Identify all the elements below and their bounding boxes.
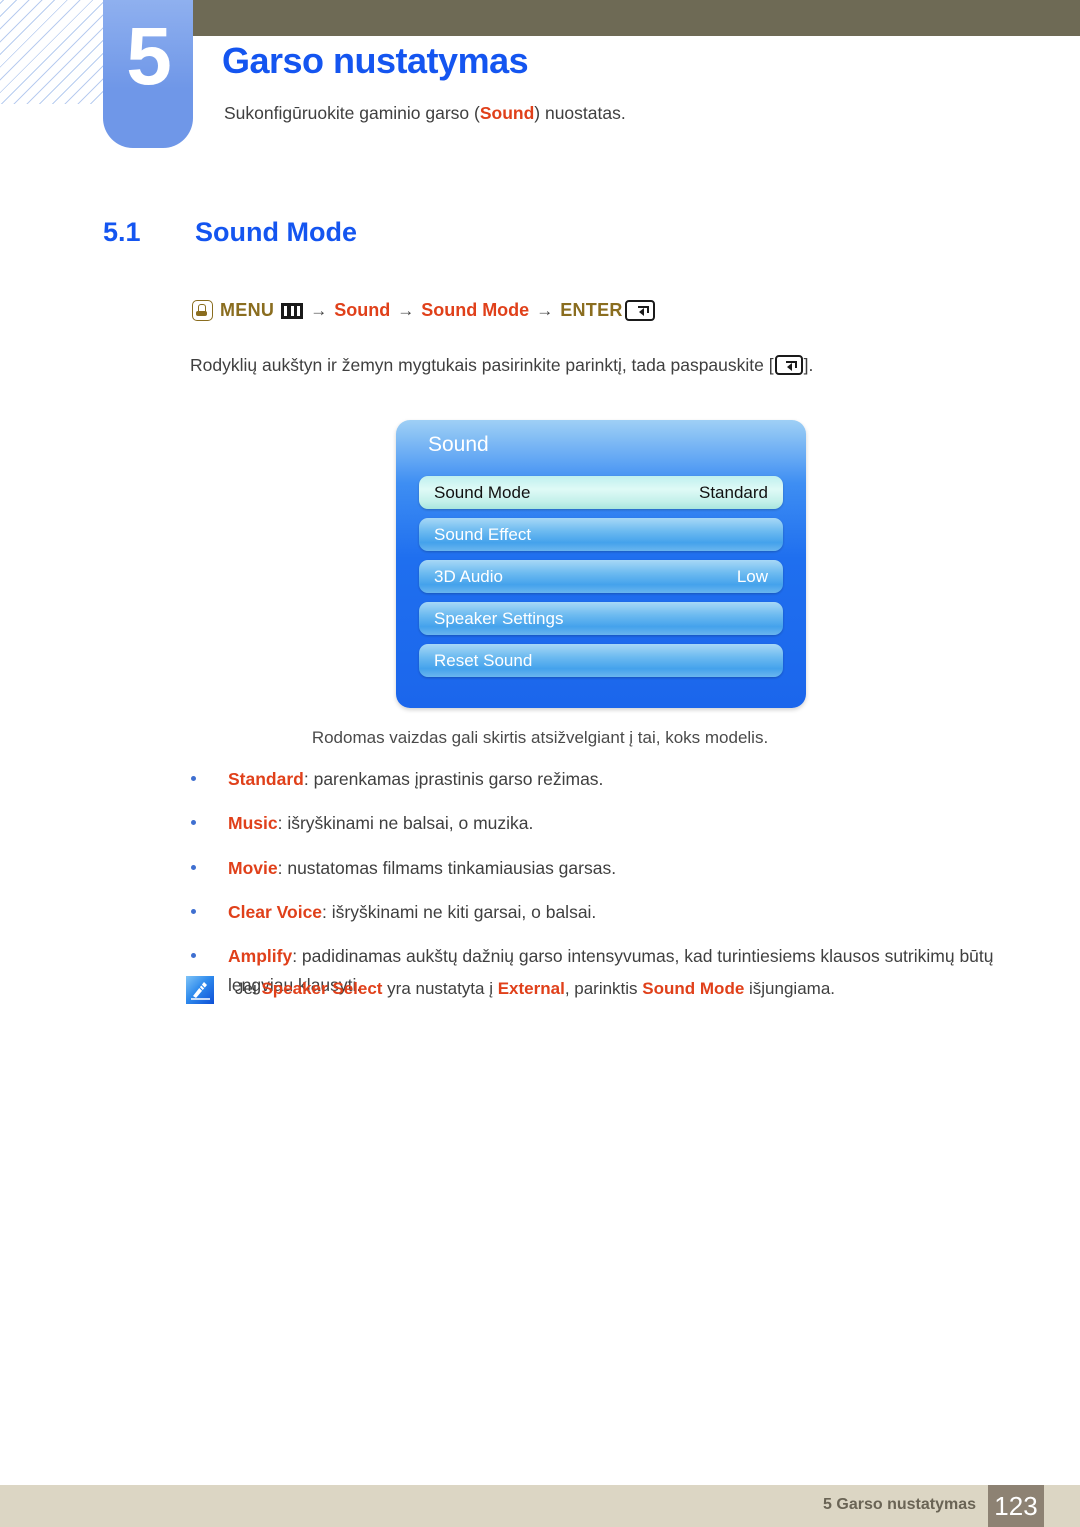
osd-title: Sound xyxy=(428,433,489,456)
osd-caption: Rodomas vaizdas gali skirtis atsižvelgia… xyxy=(311,728,769,747)
bullet-text: : išryškinami ne kiti garsai, o balsai. xyxy=(322,902,597,923)
chapter-tab: 5 xyxy=(103,0,193,148)
section-heading: 5.1 Sound Mode xyxy=(103,217,903,248)
path-arrow-3: → xyxy=(536,300,554,320)
chapter-subtitle-suffix: ) nuostatas. xyxy=(534,103,626,123)
enter-key-icon xyxy=(624,300,655,321)
osd-row-value: Low xyxy=(736,566,768,586)
page-number: 123 xyxy=(988,1485,1044,1527)
bullet-term: Movie xyxy=(228,857,278,878)
bullet-term: Standard xyxy=(228,769,304,789)
note-term-speaker-select: Speaker Select xyxy=(261,979,383,998)
section-number: 5.1 xyxy=(103,217,141,247)
note-text: Jei Speaker Select yra nustatyta į Exter… xyxy=(235,975,835,999)
osd-row-label: Sound Mode xyxy=(434,482,531,502)
note-box: Jei Speaker Select yra nustatyta į Exter… xyxy=(186,975,835,1004)
osd-row[interactable]: 3D Audio Low xyxy=(419,560,783,593)
note-part4: išjungiama. xyxy=(744,979,835,998)
list-item: Movie: nustatomas filmams tinkamiausias … xyxy=(186,854,1016,882)
chapter-number: 5 xyxy=(126,11,172,102)
footer-bar: 5 Garso nustatymas 123 xyxy=(0,1485,1080,1527)
corner-hatch-decoration xyxy=(0,0,104,104)
chapter-subtitle: Sukonfigūruokite gaminio garso (Sound) n… xyxy=(224,103,626,124)
osd-row[interactable]: Sound Mode Standard xyxy=(419,476,783,509)
menu-grid-icon xyxy=(281,302,304,319)
bullet-term: Music xyxy=(228,813,278,834)
bullet-term: Clear Voice xyxy=(228,902,323,923)
instruction-after: ]. xyxy=(803,355,814,375)
osd-row-label: Speaker Settings xyxy=(434,608,564,628)
menu-path-item-sound: Sound xyxy=(334,300,391,320)
instruction-text: Rodyklių aukštyn ir žemyn mygtukais pasi… xyxy=(190,355,813,376)
instruction-before: Rodyklių aukštyn ir žemyn mygtukais pasi… xyxy=(190,355,774,375)
osd-row-list: Sound Mode Standard Sound Effect 3D Audio Lo… xyxy=(419,476,783,686)
path-arrow-2: → xyxy=(397,300,415,320)
osd-row[interactable]: Sound Effect xyxy=(419,518,783,551)
enter-label: ENTER xyxy=(560,300,623,320)
note-part2: yra nustatyta į xyxy=(382,979,498,998)
note-part1: Jei xyxy=(235,979,262,998)
note-pen-icon xyxy=(186,976,214,1004)
chapter-title: Garso nustatymas xyxy=(222,40,529,81)
note-term-sound-mode: Sound Mode xyxy=(642,979,745,998)
hand-press-icon xyxy=(192,300,213,321)
enter-key-icon-inline xyxy=(774,355,803,375)
menu-path: MENU → Sound → Sound Mode → ENTER xyxy=(192,300,655,321)
note-part3: , parinktis xyxy=(564,979,643,998)
note-term-external: External xyxy=(497,979,565,998)
list-item: Clear Voice: išryškinami ne kiti garsai,… xyxy=(186,898,1016,926)
bullet-text: : nustatomas filmams tinkamiausias garsa… xyxy=(277,857,617,878)
osd-sound-menu: Sound Sound Mode Standard Sound Effect 3D A… xyxy=(396,420,806,708)
list-item: Music: išryškinami ne balsai, o muzika. xyxy=(186,809,1016,837)
list-item: Standard: parenkamas įprastinis garso re… xyxy=(186,765,1016,793)
header-bar xyxy=(193,0,1080,36)
footer-chapter-label: 5 Garso nustatymas xyxy=(823,1496,976,1513)
osd-row[interactable]: Speaker Settings xyxy=(419,602,783,635)
bullet-text: : išryškinami ne balsai, o muzika. xyxy=(277,813,534,834)
section-name: Sound Mode xyxy=(195,217,357,247)
path-arrow-1: → xyxy=(310,300,328,320)
bullet-text: : parenkamas įprastinis garso režimas. xyxy=(303,769,604,789)
osd-row[interactable]: Reset Sound xyxy=(419,644,783,677)
osd-row-label: 3D Audio xyxy=(434,566,503,586)
chapter-subtitle-prefix: Sukonfigūruokite gaminio garso ( xyxy=(224,103,480,123)
osd-row-value: Standard xyxy=(699,482,768,502)
menu-path-item-sound-mode: Sound Mode xyxy=(421,300,530,320)
osd-row-label: Sound Effect xyxy=(434,524,532,544)
chapter-subtitle-highlight: Sound xyxy=(479,103,535,123)
osd-row-label: Reset Sound xyxy=(434,650,533,670)
menu-label: MENU xyxy=(220,300,275,320)
bullet-term: Amplify xyxy=(228,946,293,967)
